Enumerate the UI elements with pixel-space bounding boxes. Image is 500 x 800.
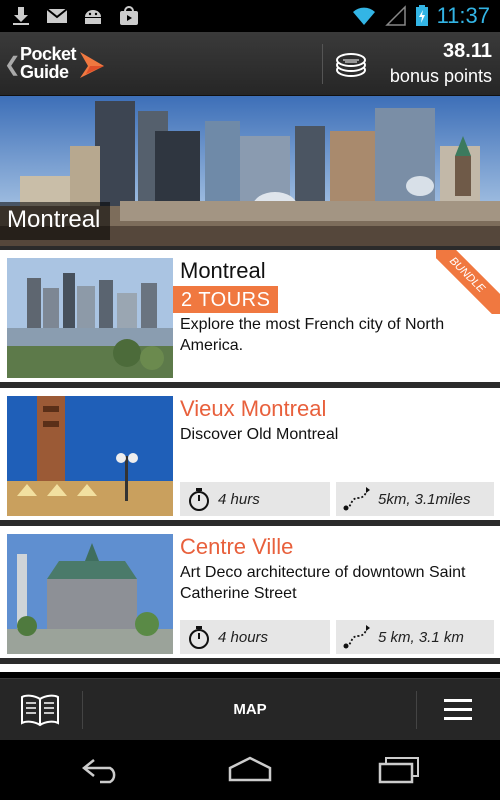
duration-pill: 4 hours <box>180 620 330 654</box>
route-icon <box>343 487 370 511</box>
distance-pill: 5km, 3.1miles <box>336 482 494 516</box>
guidebook-icon[interactable] <box>20 693 60 727</box>
stopwatch-icon <box>189 626 209 649</box>
city-hero-image[interactable]: Montreal <box>0 96 500 246</box>
duration-text: 4 hurs <box>218 490 260 508</box>
gmail-icon <box>46 8 68 23</box>
stopwatch-icon <box>189 488 209 511</box>
bonus-points-value[interactable]: 38.11 <box>443 40 492 63</box>
bottom-bar-divider <box>82 691 83 729</box>
distance-text: 5 km, 3.1 km <box>378 628 464 646</box>
recent-apps-icon[interactable] <box>376 754 422 784</box>
download-icon <box>13 7 29 25</box>
tour-card-bundle[interactable]: Montreal 2 TOURS Explore the most French… <box>0 250 500 382</box>
bottom-action-bar: MAP <box>0 678 500 740</box>
distance-text: 5km, 3.1miles <box>378 490 471 508</box>
bundle-ribbon-text: BUNDLE <box>436 250 500 314</box>
tours-count-badge: 2 TOURS <box>173 286 279 313</box>
logo-text-line2: Guide <box>20 62 69 82</box>
tour-description: Explore the most French city of North Am… <box>180 316 445 354</box>
tour-title: Centre Ville <box>180 534 294 559</box>
tour-title: Montreal <box>180 258 266 283</box>
tour-card-partial[interactable] <box>0 664 500 672</box>
logo-arrow-icon <box>80 52 104 78</box>
tour-card-vieux-montreal[interactable]: Vieux Montreal Discover Old Montreal 4 h… <box>0 388 500 520</box>
tour-list[interactable]: Montreal 2 TOURS Explore the most French… <box>0 246 500 672</box>
duration-pill: 4 hurs <box>180 482 330 516</box>
android-icon <box>85 10 101 24</box>
menu-icon[interactable] <box>442 697 474 723</box>
tour-thumbnail <box>7 258 173 378</box>
hero-city-label: Montreal <box>0 202 111 240</box>
bonus-points-label[interactable]: bonus points <box>390 66 492 87</box>
back-icon[interactable] <box>80 754 126 784</box>
battery-icon <box>415 5 428 26</box>
duration-text: 4 hours <box>218 628 269 646</box>
status-bar: 11:37 <box>0 0 500 32</box>
route-icon <box>343 625 370 649</box>
tour-card-centre-ville[interactable]: Centre Ville Art Deco architecture of do… <box>0 526 500 658</box>
tour-description: Art Deco architecture of downtown Saint … <box>180 564 466 602</box>
home-icon[interactable] <box>226 754 274 784</box>
system-navigation-bar <box>0 740 500 800</box>
map-button[interactable]: MAP <box>200 701 300 718</box>
wifi-icon <box>352 7 375 25</box>
clock: 11:37 <box>436 3 490 28</box>
tour-description: Discover Old Montreal <box>180 426 339 443</box>
bundle-ribbon: BUNDLE <box>436 250 500 314</box>
distance-pill: 5 km, 3.1 km <box>336 620 494 654</box>
tour-thumbnail <box>7 534 173 654</box>
app-bar-divider <box>322 44 323 84</box>
store-icon <box>120 6 138 25</box>
signal-icon <box>384 5 406 26</box>
pocket-guide-logo[interactable]: Pocket Guide <box>20 44 120 84</box>
app-bar: ❮ Pocket Guide 38.11 bonus points <box>0 32 500 96</box>
coins-icon[interactable] <box>334 48 368 82</box>
bottom-bar-divider <box>416 691 417 729</box>
back-chevron-icon[interactable]: ❮ <box>4 52 21 77</box>
tour-thumbnail <box>7 396 173 516</box>
tour-title: Vieux Montreal <box>180 396 327 421</box>
